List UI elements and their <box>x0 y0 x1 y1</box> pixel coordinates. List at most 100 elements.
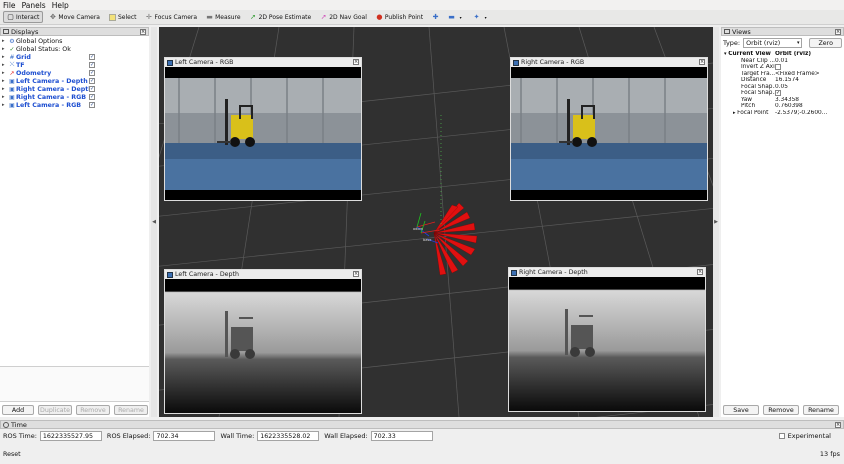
wall-time-field[interactable]: 1622335528.02 <box>257 431 320 441</box>
camera-icon: ▣ <box>9 101 15 109</box>
display-item-label: TF <box>16 61 25 69</box>
focus-camera-icon: ✛ <box>146 12 152 21</box>
close-icon[interactable]: × <box>140 29 146 35</box>
measure-tool-button[interactable]: ▬ Measure <box>203 11 244 23</box>
toolbar: ▢ Interact ✥ Move Camera Select ✛ Focus Cam… <box>0 10 844 25</box>
menu-help[interactable]: Help <box>52 1 69 10</box>
zero-button[interactable]: Zero <box>809 38 842 48</box>
view-property-value: 0.05 <box>775 83 788 90</box>
view-property-key: Distance <box>741 77 767 84</box>
experimental-label: Experimental <box>787 432 831 440</box>
menu-file[interactable]: File <box>3 1 16 10</box>
chevron-right-icon: ▶ <box>714 219 718 225</box>
collapse-left-handle[interactable]: ◀ <box>151 27 157 417</box>
camera-icon <box>724 29 730 34</box>
experimental-checkbox[interactable] <box>778 433 785 439</box>
display-item[interactable]: ▸ ⚙ Global Options <box>0 37 149 45</box>
wall-elapsed-field[interactable]: 702.33 <box>370 431 433 441</box>
odometry-icon: ↗ <box>9 69 15 77</box>
view-property-row[interactable]: ▸ Focal Point -2.5379;-0.2600... <box>721 110 844 117</box>
display-enabled-checkbox[interactable]: ✓ <box>89 102 95 108</box>
publish-point-tool-button[interactable]: ● Publish Point <box>373 11 426 23</box>
display-enabled-checkbox[interactable]: ✓ <box>89 70 95 76</box>
current-view-label[interactable]: ▾ Current View <box>721 51 775 57</box>
remove-display-button[interactable]: Remove <box>76 405 110 415</box>
views-panel-header: Views × <box>721 27 844 36</box>
views-panel: Views × Type: Orbit (rviz) ▾ Zero ▾ Curre… <box>721 27 844 417</box>
close-icon[interactable]: × <box>697 269 703 275</box>
camera-icon <box>167 59 173 66</box>
view-property-row[interactable]: Yaw 3.34358 <box>721 97 844 104</box>
monitor-icon <box>3 29 9 34</box>
view-type-select[interactable]: Orbit (rviz) ▾ <box>743 38 803 48</box>
display-item[interactable]: ▸ ▣ Right Camera - Depth ✓ <box>0 85 149 93</box>
displays-tree: ▸ ⚙ Global Options ▸ ✓ Global Status: Ok ▸ # Gri… <box>0 36 149 109</box>
view-property-row[interactable]: Near Clip ... 0.01 <box>721 58 844 65</box>
add-display-button[interactable]: Add <box>2 405 34 415</box>
menu-panels[interactable]: Panels <box>22 1 46 10</box>
focus-camera-tool-button[interactable]: ✛ Focus Camera <box>142 11 200 23</box>
display-item[interactable]: ▸ ▣ Left Camera - RGB ✓ <box>0 101 149 109</box>
ros-elapsed-field[interactable]: 702.34 <box>153 431 216 441</box>
view-property-value: <Fixed Frame> <box>775 70 820 77</box>
right-depth-image <box>509 277 705 411</box>
display-item[interactable]: ▸ ▣ Right Camera - RGB ✓ <box>0 93 149 101</box>
select-tool-button[interactable]: Select <box>106 11 140 23</box>
displays-panel-header: Displays × <box>0 27 149 36</box>
camera-icon <box>513 59 519 66</box>
view-property-row[interactable]: Focal Shap... 0.05 <box>721 84 844 91</box>
view-property-key: Focal Shap... <box>741 83 775 90</box>
close-icon[interactable]: × <box>835 29 841 35</box>
close-icon[interactable]: × <box>353 59 359 65</box>
gear-icon: ⚙ <box>9 37 15 45</box>
left-camera-depth-panel: Left Camera - Depth × <box>164 269 362 414</box>
right-camera-depth-panel: Right Camera - Depth × <box>508 267 706 412</box>
display-enabled-checkbox[interactable]: ✓ <box>89 94 95 100</box>
display-item[interactable]: ▸ # Grid ✓ <box>0 53 149 61</box>
view-property-row[interactable]: Distance 16.1574 <box>721 77 844 84</box>
3d-viewport[interactable]: odom base Left Camera - RGB × Right Came… <box>159 27 713 417</box>
tool-properties-button[interactable]: ✦ ▾ <box>470 11 492 23</box>
duplicate-display-button[interactable]: Duplicate <box>38 405 72 415</box>
close-icon[interactable]: × <box>699 59 705 65</box>
display-enabled-checkbox[interactable]: ✓ <box>89 78 95 84</box>
display-item[interactable]: ▸ ⤬ TF ✓ <box>0 61 149 69</box>
move-camera-tool-button[interactable]: ✥ Move Camera <box>46 11 103 23</box>
display-item[interactable]: ▸ ↗ Odometry ✓ <box>0 69 149 77</box>
map-pin-icon: ● <box>376 12 383 21</box>
clock-icon <box>3 421 9 428</box>
display-item[interactable]: ▸ ▣ Left Camera - Depth ✓ <box>0 77 149 85</box>
camera-icon: ▣ <box>9 93 15 101</box>
display-enabled-checkbox[interactable]: ✓ <box>89 54 95 60</box>
save-view-button[interactable]: Save <box>723 405 759 415</box>
camera-icon: ▣ <box>9 85 15 93</box>
view-property-value: 0.760398 <box>775 103 803 110</box>
nav-goal-tool-button[interactable]: ➚ 2D Nav Goal <box>317 11 370 23</box>
time-panel-header: Time × <box>0 420 844 429</box>
view-property-value: 3.34358 <box>775 96 799 103</box>
display-enabled-checkbox[interactable]: ✓ <box>89 62 95 68</box>
view-property-key: Focal Shap... <box>741 90 775 97</box>
rename-display-button[interactable]: Rename <box>114 405 148 415</box>
view-property-key: Pitch <box>741 103 756 110</box>
close-icon[interactable]: × <box>835 422 841 428</box>
ros-elapsed-label: ROS Elapsed: <box>106 432 151 440</box>
reset-button[interactable]: Reset <box>1 450 22 459</box>
view-property-value: 0.01 <box>775 57 788 64</box>
status-bar: Reset 13 fps <box>0 449 844 464</box>
remove-view-button[interactable]: Remove <box>763 405 799 415</box>
view-property-row[interactable]: Pitch 0.760398 <box>721 103 844 110</box>
collapse-right-handle[interactable]: ▶ <box>713 27 719 417</box>
remove-tool-button[interactable]: ▬ ▾ <box>445 11 467 23</box>
ros-time-field[interactable]: 1622335527.95 <box>39 431 102 441</box>
pose-estimate-tool-button[interactable]: ➚ 2D Pose Estimate <box>247 11 315 23</box>
rename-view-button[interactable]: Rename <box>803 405 839 415</box>
display-enabled-checkbox[interactable]: ✓ <box>89 86 95 92</box>
interact-tool-button[interactable]: ▢ Interact <box>3 11 44 23</box>
view-property-value: -2.5379;-0.2600... <box>775 109 828 116</box>
view-property-row[interactable]: Target Fra... <Fixed Frame> <box>721 71 844 78</box>
close-icon[interactable]: × <box>353 271 359 277</box>
add-tool-button[interactable]: ✚ <box>429 11 442 23</box>
display-item[interactable]: ▸ ✓ Global Status: Ok <box>0 45 149 53</box>
right-camera-rgb-panel: Right Camera - RGB × <box>510 57 708 201</box>
